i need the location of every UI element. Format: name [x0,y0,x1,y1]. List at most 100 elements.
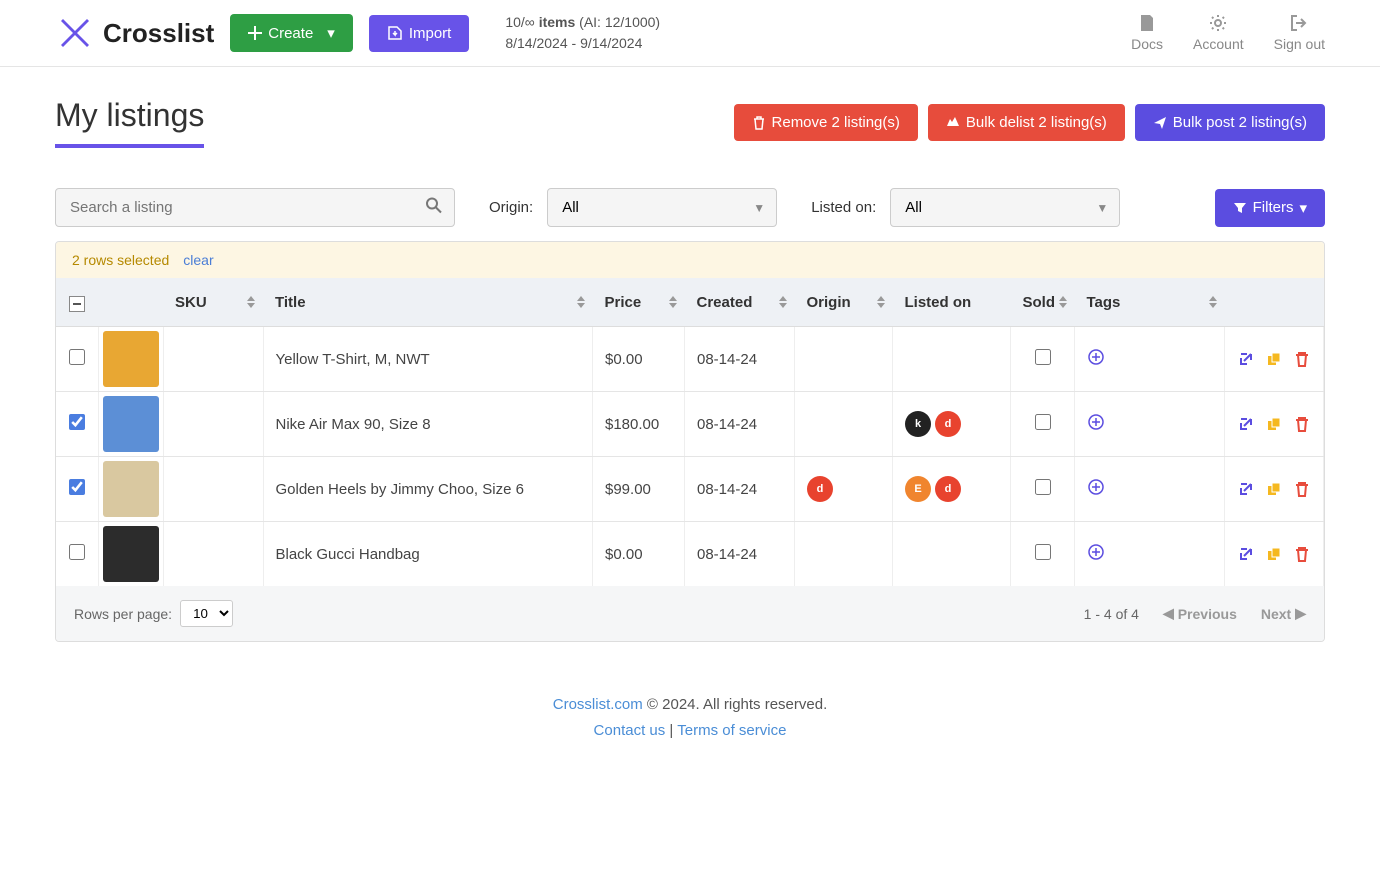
title-cell[interactable]: Golden Heels by Jimmy Choo, Size 6 [263,457,593,522]
listed-cell: kd [893,392,1011,457]
copy-icon[interactable] [1265,480,1283,498]
add-tag-button[interactable] [1087,350,1105,370]
copy-icon[interactable] [1265,545,1283,563]
title-cell[interactable]: Yellow T-Shirt, M, NWT [263,327,593,392]
listing-thumbnail[interactable] [103,461,159,517]
platform-badge-d[interactable]: d [807,476,833,502]
trash-icon[interactable] [1293,415,1311,433]
footer-tos-link[interactable]: Terms of service [677,722,786,739]
listed-select[interactable]: All [890,188,1120,227]
search-input[interactable] [55,188,455,227]
select-all-header[interactable] [56,278,98,327]
platform-badge-k[interactable]: k [905,411,931,437]
footer-site-link[interactable]: Crosslist.com [553,696,643,713]
listed-cell [893,522,1011,587]
trash-icon[interactable] [1293,545,1311,563]
listed-header-label: Listed on [905,294,972,311]
listing-thumbnail[interactable] [103,396,159,452]
tags-cell [1075,392,1225,457]
nav-account[interactable]: Account [1193,14,1244,52]
footer-contact-link[interactable]: Contact us [594,722,666,739]
image-header [98,278,163,327]
tags-cell [1075,327,1225,392]
price-cell: $99.00 [593,457,685,522]
nav-docs[interactable]: Docs [1131,14,1163,52]
create-button[interactable]: Create ▾ [230,14,353,52]
nav-account-label: Account [1193,36,1244,52]
next-button[interactable]: Next▶ [1261,605,1306,622]
trash-icon[interactable] [1293,350,1311,368]
remove-button[interactable]: Remove 2 listing(s) [734,104,918,141]
footer-sep: | [665,722,677,739]
listing-thumbnail[interactable] [103,331,159,387]
header-nav: Docs Account Sign out [1131,14,1325,52]
gear-icon [1209,14,1227,32]
add-tag-button[interactable] [1087,545,1105,565]
selection-count: 2 rows selected [72,252,169,268]
filters-button[interactable]: Filters ▾ [1215,189,1325,227]
table-row: Yellow T-Shirt, M, NWT $0.00 08-14-24 [56,327,1324,392]
prev-button[interactable]: ◀Previous [1163,605,1237,622]
price-header[interactable]: Price [593,278,685,327]
sku-cell [163,457,263,522]
row-checkbox[interactable] [69,544,85,560]
created-cell: 08-14-24 [685,392,795,457]
origin-cell [795,392,893,457]
sku-cell [163,522,263,587]
row-checkbox[interactable] [69,349,85,365]
nav-docs-label: Docs [1131,36,1163,52]
row-checkbox[interactable] [69,479,85,495]
sold-checkbox[interactable] [1035,544,1051,560]
origin-cell [795,327,893,392]
open-icon[interactable] [1237,350,1255,368]
rows-per-page-select[interactable]: 10 [180,600,233,627]
create-label: Create [268,25,313,42]
listed-header: Listed on [893,278,1011,327]
title-header-label: Title [275,294,306,311]
listed-filter-label: Listed on: [811,199,876,216]
origin-header[interactable]: Origin [795,278,893,327]
sold-checkbox[interactable] [1035,349,1051,365]
row-checkbox[interactable] [69,414,85,430]
sold-checkbox[interactable] [1035,414,1051,430]
sold-checkbox[interactable] [1035,479,1051,495]
platform-badge-e[interactable]: E [905,476,931,502]
title-cell[interactable]: Black Gucci Handbag [263,522,593,587]
tags-header[interactable]: Tags [1075,278,1225,327]
trash-icon [752,116,766,130]
open-icon[interactable] [1237,480,1255,498]
title-header[interactable]: Title [263,278,593,327]
copy-icon[interactable] [1265,350,1283,368]
sku-cell [163,392,263,457]
tags-cell [1075,457,1225,522]
add-tag-button[interactable] [1087,480,1105,500]
sold-header[interactable]: Sold [1011,278,1075,327]
listing-thumbnail[interactable] [103,526,159,582]
open-icon[interactable] [1237,415,1255,433]
open-icon[interactable] [1237,545,1255,563]
bulk-actions: Remove 2 listing(s) Bulk delist 2 listin… [734,104,1325,141]
search-icon[interactable] [425,196,443,219]
main: My listings Remove 2 listing(s) Bulk del… [0,67,1380,662]
logo[interactable]: Crosslist [55,13,214,53]
copy-icon[interactable] [1265,415,1283,433]
sold-header-label: Sold [1023,294,1056,311]
trash-icon[interactable] [1293,480,1311,498]
title-cell[interactable]: Nike Air Max 90, Size 8 [263,392,593,457]
sort-icon [877,296,885,308]
add-tag-button[interactable] [1087,415,1105,435]
indeterminate-checkbox-icon[interactable] [69,296,85,312]
page-footer: Crosslist.com © 2024. All rights reserve… [0,662,1380,763]
origin-cell: d [795,457,893,522]
clear-selection[interactable]: clear [183,252,213,268]
origin-select[interactable]: All [547,188,777,227]
import-button[interactable]: Import [369,15,470,52]
signout-icon [1290,14,1308,32]
platform-badge-d[interactable]: d [935,476,961,502]
post-button[interactable]: Bulk post 2 listing(s) [1135,104,1325,141]
nav-signout[interactable]: Sign out [1274,14,1325,52]
platform-badge-d[interactable]: d [935,411,961,437]
delist-button[interactable]: Bulk delist 2 listing(s) [928,104,1125,141]
created-header[interactable]: Created [685,278,795,327]
sku-header[interactable]: SKU [163,278,263,327]
